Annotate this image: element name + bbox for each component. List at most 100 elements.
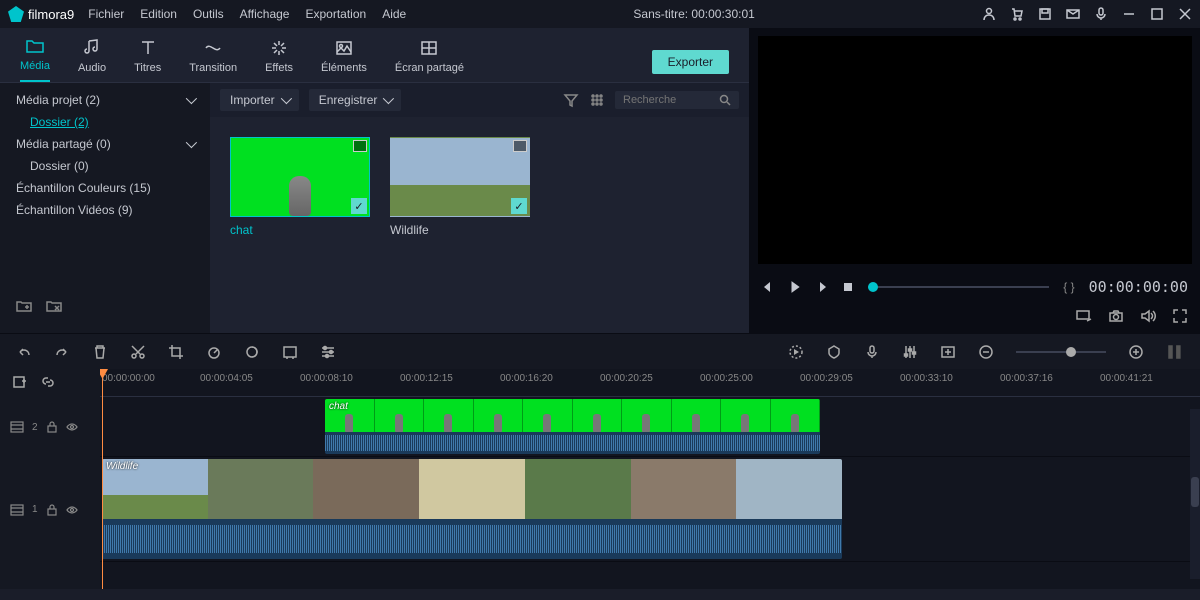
volume-icon[interactable] (1140, 308, 1156, 327)
greenscreen-icon[interactable] (282, 344, 298, 360)
add-folder-icon[interactable] (16, 298, 32, 317)
media-panel: Média Audio Titres Transition Effets Élé… (0, 28, 750, 333)
preview-controls: { } 00:00:00:00 (750, 272, 1200, 302)
track-2[interactable]: chat (100, 397, 1200, 457)
thumbnail-image: ✓ (230, 137, 370, 217)
video-track-icon (10, 503, 24, 517)
voice-icon[interactable] (864, 344, 880, 360)
fullscreen-icon[interactable] (1172, 308, 1188, 327)
camera-icon[interactable] (1108, 308, 1124, 327)
add-media-icon[interactable] (940, 344, 956, 360)
tab-audio[interactable]: Audio (78, 38, 106, 82)
preview-scrubber[interactable] (868, 286, 1049, 288)
next-frame-button[interactable] (816, 281, 828, 293)
tab-effects[interactable]: Effets (265, 38, 293, 82)
playhead[interactable] (102, 369, 103, 589)
user-icon[interactable] (982, 7, 996, 21)
text-icon (138, 38, 158, 58)
menu-help[interactable]: Aide (382, 7, 406, 21)
clip-wildlife[interactable]: Wildlife (102, 459, 842, 559)
video-badge-icon (513, 140, 527, 152)
import-button[interactable]: Importer (220, 89, 299, 111)
link-icon[interactable] (40, 374, 56, 393)
filter-icon[interactable] (563, 92, 579, 108)
time-ruler[interactable]: 00:00:00:00 00:00:04:05 00:00:08:10 00:0… (100, 369, 1200, 397)
preview-tools (750, 302, 1200, 333)
thumbnail-wildlife[interactable]: ✓ Wildlife (390, 137, 530, 237)
menu-file[interactable]: Fichier (88, 7, 124, 21)
project-title: Sans-titre: 00:00:30:01 (420, 7, 968, 21)
music-icon (82, 38, 102, 58)
tree-item-color-samples[interactable]: Échantillon Couleurs (15) (0, 177, 210, 199)
tree-item-folder-selected[interactable]: Dossier (2) (0, 111, 210, 133)
marker-icon[interactable] (826, 344, 842, 360)
mixer-icon[interactable] (902, 344, 918, 360)
preview-video[interactable] (758, 36, 1192, 264)
clip-chat[interactable]: chat (325, 399, 820, 454)
track-header-1[interactable]: 1 (0, 457, 100, 562)
minimize-icon[interactable] (1122, 7, 1136, 21)
play-button[interactable] (788, 280, 802, 294)
maximize-icon[interactable] (1150, 7, 1164, 21)
tree-item-project-media[interactable]: Média projet (2) (0, 89, 210, 111)
delete-icon[interactable] (92, 344, 108, 360)
lock-icon[interactable] (46, 421, 58, 433)
zoom-out-icon[interactable] (978, 344, 994, 360)
search-input[interactable] (623, 94, 713, 106)
speed-icon[interactable] (206, 344, 222, 360)
cart-icon[interactable] (1010, 7, 1024, 21)
timeline: 2 1 00:00:00:00 00:00:04:05 00:00:08:10 … (0, 369, 1200, 589)
track-1[interactable]: Wildlife (100, 457, 1200, 562)
snapshot-device-icon[interactable] (1076, 308, 1092, 327)
zoom-in-icon[interactable] (1128, 344, 1144, 360)
settings-icon[interactable] (320, 344, 336, 360)
eye-icon[interactable] (66, 421, 78, 433)
vertical-scrollbar[interactable] (1190, 409, 1200, 579)
tree-item-folder[interactable]: Dossier (0) (0, 155, 210, 177)
thumbnail-chat[interactable]: ✓ chat (230, 137, 370, 237)
media-tree: Média projet (2) Dossier (2) Média parta… (0, 83, 210, 333)
tab-transition[interactable]: Transition (189, 38, 237, 82)
grid-view-icon[interactable] (589, 92, 605, 108)
menu-export[interactable]: Exportation (305, 7, 366, 21)
remove-folder-icon[interactable] (46, 298, 62, 317)
undo-icon[interactable] (16, 344, 32, 360)
clip-audio-waveform (325, 432, 820, 454)
track-header-2[interactable]: 2 (0, 397, 100, 457)
cut-icon[interactable] (130, 344, 146, 360)
menu-edit[interactable]: Edition (140, 7, 177, 21)
mail-icon[interactable] (1066, 7, 1080, 21)
tab-titles[interactable]: Titres (134, 38, 161, 82)
thumbnail-label: Wildlife (390, 223, 530, 237)
render-icon[interactable] (788, 344, 804, 360)
record-button[interactable]: Enregistrer (309, 89, 402, 111)
scale-icon[interactable] (1166, 343, 1184, 361)
eye-icon[interactable] (66, 504, 78, 516)
stop-button[interactable] (842, 281, 854, 293)
clip-audio-waveform (102, 519, 842, 559)
crop-icon[interactable] (168, 344, 184, 360)
export-button[interactable]: Exporter (652, 50, 729, 74)
check-icon: ✓ (511, 198, 527, 214)
prev-frame-button[interactable] (762, 281, 774, 293)
menu-tools[interactable]: Outils (193, 7, 224, 21)
track-area[interactable]: 00:00:00:00 00:00:04:05 00:00:08:10 00:0… (100, 369, 1200, 589)
tab-elements[interactable]: Éléments (321, 38, 367, 82)
tab-media[interactable]: Média (20, 36, 50, 82)
save-icon[interactable] (1038, 7, 1052, 21)
tree-item-shared-media[interactable]: Média partagé (0) (0, 133, 210, 155)
color-icon[interactable] (244, 344, 260, 360)
search-box[interactable] (615, 91, 739, 109)
sparkle-icon (269, 38, 289, 58)
menu-view[interactable]: Affichage (240, 7, 290, 21)
tree-item-video-samples[interactable]: Échantillon Vidéos (9) (0, 199, 210, 221)
zoom-slider[interactable] (1016, 351, 1106, 353)
add-track-icon[interactable] (12, 374, 28, 393)
mic-icon[interactable] (1094, 7, 1108, 21)
lock-icon[interactable] (46, 504, 58, 516)
clip-video-frames (102, 459, 842, 519)
image-icon (334, 38, 354, 58)
tab-split-screen[interactable]: Écran partagé (395, 38, 464, 82)
close-icon[interactable] (1178, 7, 1192, 21)
redo-icon[interactable] (54, 344, 70, 360)
